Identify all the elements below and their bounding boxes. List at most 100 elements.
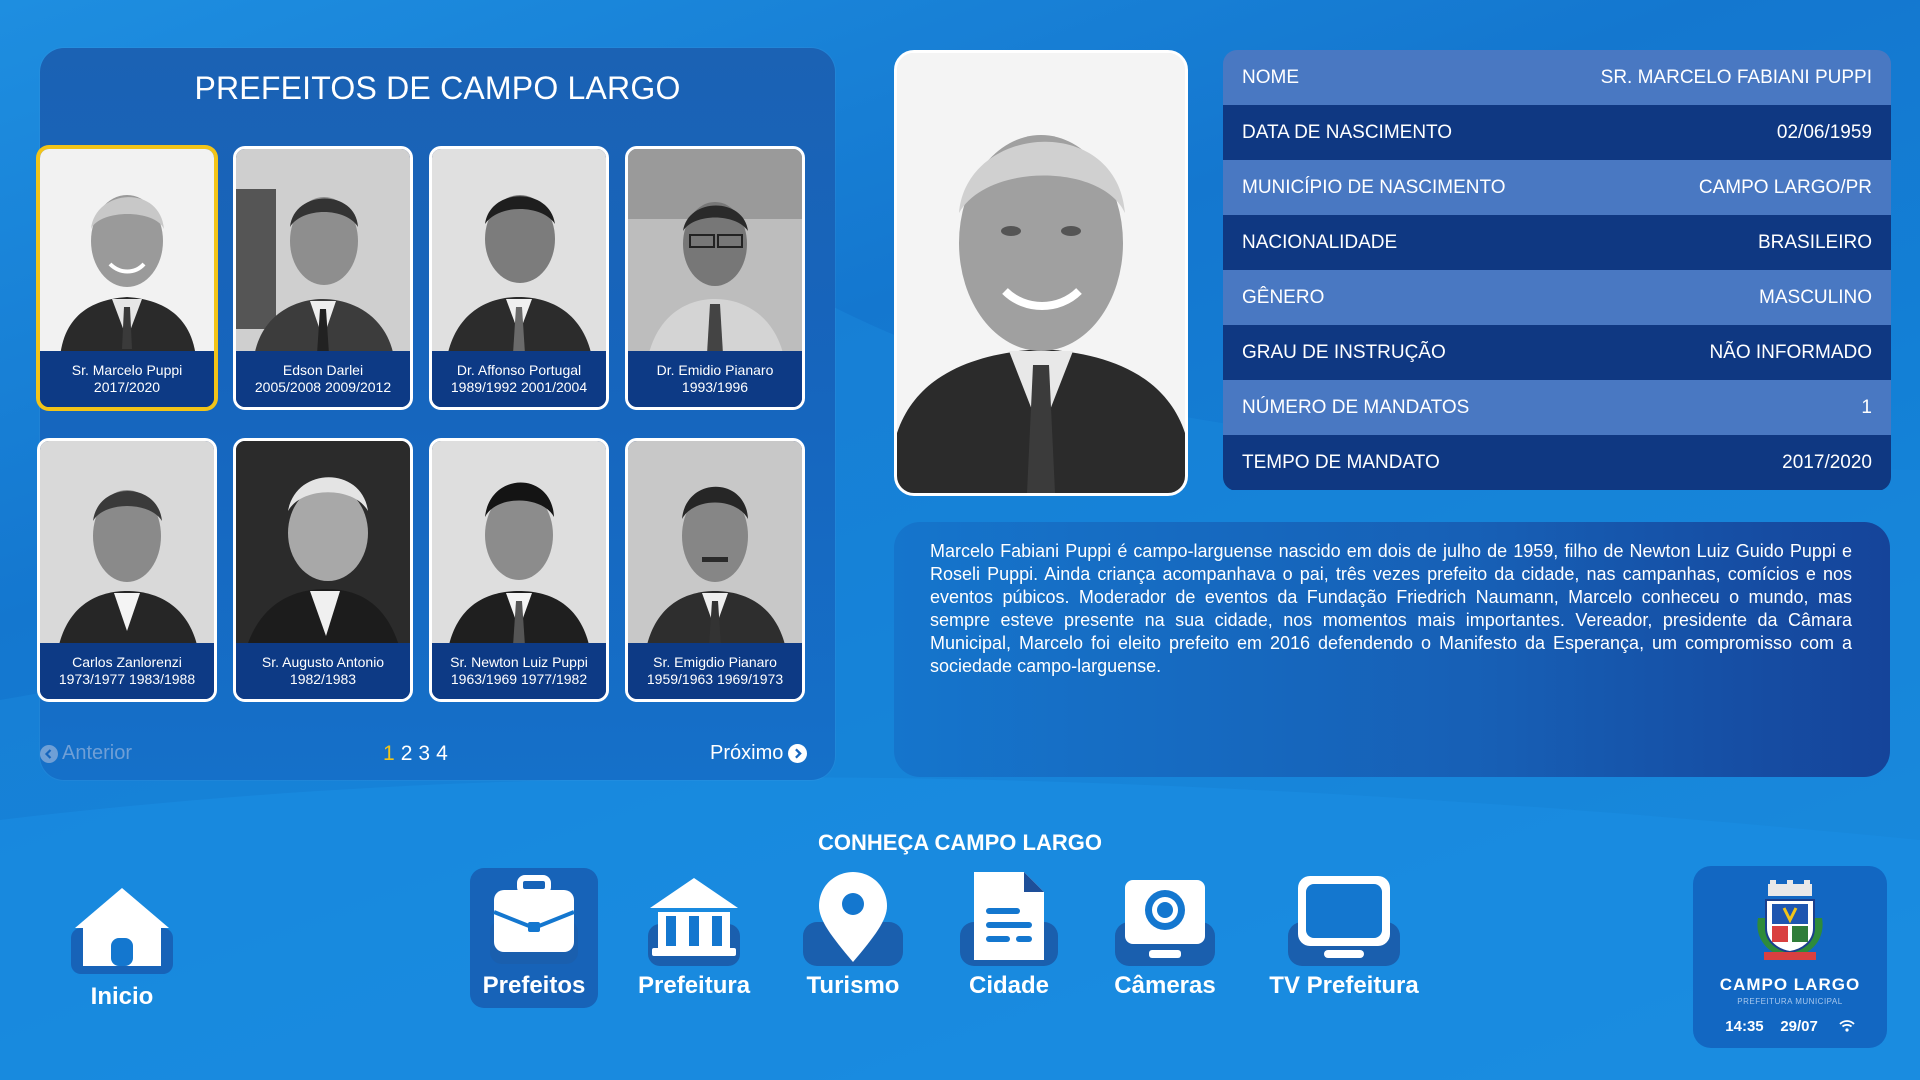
nav-label: TV Prefeitura	[1269, 972, 1419, 999]
map-pin-icon	[803, 872, 903, 966]
mayor-biography: Marcelo Fabiani Puppi é campo-larguense …	[894, 522, 1890, 777]
briefcase-icon	[490, 875, 578, 964]
portrait-photo	[40, 441, 214, 649]
detail-row-birthplace: MUNICÍPIO DE NASCIMENTO CAMPO LARGO/PR	[1223, 160, 1891, 215]
detail-value: NÃO INFORMADO	[1709, 341, 1872, 363]
status-bar: 14:35 29/07	[1693, 1018, 1887, 1035]
mayor-card-5[interactable]: Carlos Zanlorenzi 1973/1977 1983/1988	[37, 438, 217, 702]
portrait-photo	[236, 149, 410, 357]
mayor-name: Sr. Emigdio Pianaro	[653, 654, 777, 670]
home-icon	[71, 888, 173, 974]
detail-value: 1	[1861, 396, 1872, 418]
clock-time: 14:35	[1725, 1018, 1764, 1035]
section-title: CONHEÇA CAMPO LARGO	[818, 830, 1102, 855]
nav-cameras[interactable]: Câmeras	[1110, 868, 1220, 1000]
mayor-name: Sr. Augusto Antonio	[261, 654, 385, 670]
portrait-photo	[432, 149, 606, 357]
detail-label: TEMPO DE MANDATO	[1242, 451, 1440, 473]
mayor-name: Edson Darlei	[282, 362, 364, 378]
mayor-name: Carlos Zanlorenzi	[72, 654, 182, 670]
biography-text: Marcelo Fabiani Puppi é campo-larguense …	[930, 541, 1852, 676]
mayor-terms: 1959/1963 1969/1973	[646, 671, 784, 687]
city-name: CAMPO LARGO	[1719, 975, 1861, 994]
detail-label: GÊNERO	[1242, 286, 1325, 308]
mayor-terms: 1973/1977 1983/1988	[58, 671, 196, 687]
previous-label: Anterior	[62, 742, 133, 764]
portrait-photo	[897, 53, 1185, 493]
page-2[interactable]: 2	[401, 742, 413, 765]
mayor-card-8[interactable]: Sr. Emigdio Pianaro 1959/1963 1969/1973	[625, 438, 805, 702]
panel-title: PREFEITOS DE CAMPO LARGO	[194, 70, 681, 106]
city-coat-of-arms-icon	[1757, 880, 1823, 960]
page-3[interactable]: 3	[418, 742, 430, 765]
city-subtitle: PREFEITURA MUNICIPAL	[1737, 997, 1843, 1006]
detail-value: MASCULINO	[1759, 286, 1872, 308]
nav-tv-prefeitura[interactable]: TV Prefeitura	[1268, 868, 1420, 1000]
mayor-caption: Dr. Affonso Portugal 1989/1992 2001/2004	[432, 351, 606, 407]
mayor-card-1[interactable]: Sr. Marcelo Puppi 2017/2020	[37, 146, 217, 410]
mayor-terms: 2017/2020	[93, 379, 161, 395]
mayor-name: Sr. Marcelo Puppi	[71, 362, 183, 378]
portrait-photo	[628, 441, 802, 649]
mayor-name: Dr. Emidio Pianaro	[656, 362, 774, 378]
wifi-icon	[1839, 1020, 1855, 1032]
previous-button[interactable]: Anterior	[40, 742, 132, 765]
mayor-caption: Dr. Emidio Pianaro 1993/1996	[628, 351, 802, 407]
next-label: Próximo	[710, 742, 784, 764]
mayor-name: Sr. Newton Luiz Puppi	[450, 654, 588, 670]
detail-row-term-period: TEMPO DE MANDATO 2017/2020	[1223, 435, 1891, 490]
clock-date: 29/07	[1780, 1018, 1818, 1035]
mayor-terms: 2005/2008 2009/2012	[254, 379, 392, 395]
detail-label: DATA DE NASCIMENTO	[1242, 121, 1453, 143]
detail-value: BRASILEIRO	[1757, 231, 1872, 253]
detail-row-terms-count: NÚMERO DE MANDATOS 1	[1223, 380, 1891, 435]
portrait-photo	[236, 441, 410, 649]
mayor-name: Dr. Affonso Portugal	[456, 362, 582, 378]
mayor-caption: Sr. Emigdio Pianaro 1959/1963 1969/1973	[628, 643, 802, 699]
detail-row-gender: GÊNERO MASCULINO	[1223, 270, 1891, 325]
mayor-card-7[interactable]: Sr. Newton Luiz Puppi 1963/1969 1977/198…	[429, 438, 609, 702]
nav-turismo[interactable]: Turismo	[800, 868, 906, 1000]
mayor-terms: 1989/1992 2001/2004	[450, 379, 588, 395]
nav-prefeitura[interactable]: Prefeitura	[638, 868, 750, 1000]
detail-value: 02/06/1959	[1776, 121, 1872, 143]
home-label: Inicio	[90, 983, 154, 1010]
page-1[interactable]: 1	[383, 742, 395, 765]
mayor-terms: 1963/1969 1977/1982	[450, 671, 588, 687]
nav-cidade[interactable]: Cidade	[958, 868, 1060, 1000]
chevron-right-icon	[788, 744, 808, 763]
mayor-details-table: NOME SR. MARCELO FABIANI PUPPI DATA DE N…	[1223, 50, 1891, 491]
tv-icon	[1288, 876, 1400, 966]
detail-label: NOME	[1242, 66, 1299, 88]
detail-row-nationality: NACIONALIDADE BRASILEIRO	[1223, 215, 1891, 270]
document-icon	[960, 872, 1058, 966]
portrait-photo	[628, 149, 802, 357]
camera-icon	[1115, 880, 1215, 966]
detail-value: CAMPO LARGO/PR	[1698, 176, 1872, 198]
detail-value: 2017/2020	[1782, 451, 1872, 473]
nav-label: Turismo	[806, 972, 900, 999]
mayor-card-6[interactable]: Sr. Augusto Antonio 1982/1983	[233, 438, 413, 702]
home-button[interactable]: Inicio	[62, 882, 182, 1011]
nav-label: Câmeras	[1114, 972, 1216, 999]
mayor-card-2[interactable]: Edson Darlei 2005/2008 2009/2012	[233, 146, 413, 410]
detail-label: NACIONALIDADE	[1242, 231, 1398, 253]
mayor-card-3[interactable]: Dr. Affonso Portugal 1989/1992 2001/2004	[429, 146, 609, 410]
detail-row-name: NOME SR. MARCELO FABIANI PUPPI	[1223, 50, 1891, 105]
selected-mayor-photo	[894, 50, 1188, 496]
mayor-terms: 1982/1983	[289, 671, 357, 687]
next-button[interactable]: Próximo	[710, 742, 808, 765]
city-logo-panel: CAMPO LARGO PREFEITURA MUNICIPAL 14:35 2…	[1693, 866, 1887, 1048]
page-4[interactable]: 4	[436, 742, 448, 765]
nav-label: Cidade	[968, 972, 1049, 999]
mayor-terms: 1993/1996	[681, 379, 749, 395]
nav-prefeitos[interactable]: Prefeitos	[470, 868, 598, 1008]
nav-label: Prefeitura	[638, 972, 751, 999]
mayor-caption: Sr. Marcelo Puppi 2017/2020	[40, 351, 214, 407]
mayor-card-4[interactable]: Dr. Emidio Pianaro 1993/1996	[625, 146, 805, 410]
mayor-caption: Sr. Augusto Antonio 1982/1983	[236, 643, 410, 699]
portrait-photo	[432, 441, 606, 649]
page-numbers: 1234	[383, 742, 454, 766]
detail-row-education: GRAU DE INSTRUÇÃO NÃO INFORMADO	[1223, 325, 1891, 380]
nav-label: Prefeitos	[482, 972, 586, 999]
